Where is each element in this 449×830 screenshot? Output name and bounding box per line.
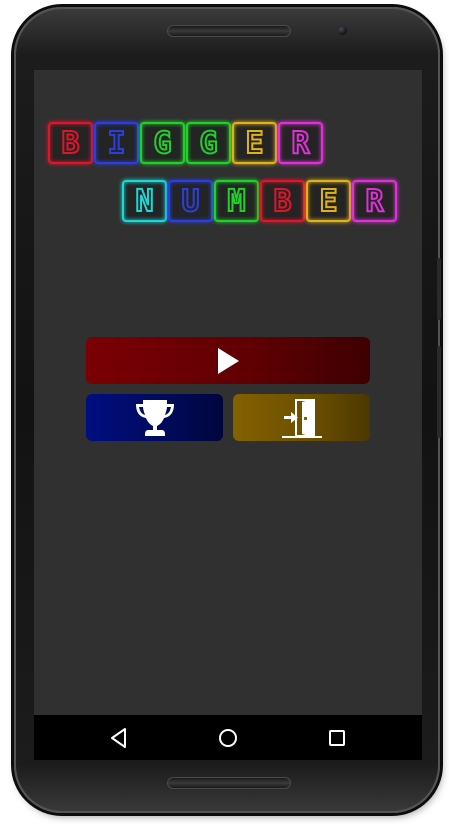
- power-button: [437, 346, 441, 438]
- title-letter-tile: G: [140, 122, 185, 164]
- trophy-icon: [135, 399, 174, 436]
- top-speaker: [167, 25, 291, 37]
- play-button[interactable]: [86, 337, 370, 384]
- title-letter-tile: G: [186, 122, 231, 164]
- exit-door-icon: [281, 398, 322, 438]
- title-letter-tile: R: [352, 180, 397, 222]
- app-screen: BIGGER NUMBER: [34, 70, 422, 715]
- title-letter-tile: E: [306, 180, 351, 222]
- leaderboard-button[interactable]: [86, 394, 223, 441]
- title-letter-tile: R: [278, 122, 323, 164]
- recents-icon[interactable]: [325, 726, 349, 750]
- title-letter-tile: B: [48, 122, 93, 164]
- title-letter-tile: U: [168, 180, 213, 222]
- back-icon[interactable]: [107, 726, 131, 750]
- bottom-speaker: [167, 777, 291, 789]
- title-line-number: NUMBER: [122, 180, 397, 222]
- play-icon: [218, 347, 239, 374]
- title-letter-tile: M: [214, 180, 259, 222]
- home-icon[interactable]: [216, 726, 240, 750]
- front-camera: [338, 26, 347, 35]
- volume-button: [437, 258, 441, 320]
- title-letter-tile: E: [232, 122, 277, 164]
- navigation-bar: [34, 715, 422, 760]
- title-letter-tile: I: [94, 122, 139, 164]
- exit-button[interactable]: [233, 394, 370, 441]
- title-letter-tile: N: [122, 180, 167, 222]
- title-line-bigger: BIGGER: [48, 122, 323, 164]
- title-letter-tile: B: [260, 180, 305, 222]
